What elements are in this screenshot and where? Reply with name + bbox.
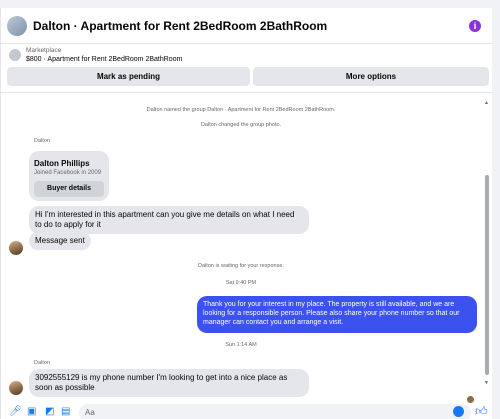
timestamp: Sun 1:14 AM [225, 342, 257, 348]
timestamp: Sat 9:40 PM [225, 280, 257, 286]
more-options-button[interactable]: More options [253, 67, 489, 86]
listing-bar[interactable]: Marketplace $800 · Apartment for Rent 2B… [1, 45, 493, 67]
avatar[interactable] [9, 381, 23, 395]
scrollbar-thumb[interactable] [485, 175, 489, 375]
message-thread: Dalton named the group Dalton · Apartmen… [1, 93, 481, 403]
thumbs-up-icon[interactable]: 👍︎ [475, 404, 488, 419]
system-message: Dalton named the group Dalton · Apartmen… [146, 107, 336, 113]
emoji-icon[interactable] [453, 406, 464, 417]
chat-title[interactable]: Dalton · Apartment for Rent 2BedRoom 2Ba… [33, 19, 327, 33]
gif-icon[interactable]: ▤ [61, 406, 70, 417]
listing-label: Marketplace [26, 47, 62, 54]
microphone-icon[interactable]: 🎤︎ [9, 406, 22, 417]
sticker-icon[interactable]: ◩ [45, 406, 54, 417]
incoming-message[interactable]: Message sent [29, 232, 91, 250]
group-avatar[interactable] [7, 16, 27, 36]
message-placeholder: Aa [85, 408, 95, 417]
info-icon[interactable]: i [469, 20, 481, 32]
incoming-message[interactable]: Hi I'm interested in this apartment can … [29, 206, 309, 234]
photo-icon[interactable]: ▣ [27, 406, 36, 417]
avatar[interactable] [9, 241, 23, 255]
system-message: Dalton is waiting for your response. [198, 263, 284, 269]
chat-header: Dalton · Apartment for Rent 2BedRoom 2Ba… [1, 8, 493, 44]
scrollbar[interactable]: ▲ ▼ [483, 100, 491, 386]
buyer-name: Dalton Phillips [34, 159, 90, 168]
buyer-card: Dalton Phillips Joined Facebook in 2009 … [29, 151, 109, 201]
sender-name: Dalton [34, 138, 50, 144]
system-message: Dalton changed the group photo. [200, 122, 282, 128]
chat-window: Dalton · Apartment for Rent 2BedRoom 2Ba… [0, 8, 493, 419]
listing-thumbnail [9, 49, 21, 61]
incoming-message[interactable]: 3092555129 is my phone number I'm lookin… [29, 369, 309, 397]
seen-avatar [467, 396, 474, 403]
message-input[interactable]: Aa [79, 404, 471, 419]
listing-description: $800 · Apartment for Rent 2BedRoom 2Bath… [26, 56, 183, 63]
scroll-down-icon[interactable]: ▼ [484, 380, 489, 386]
buyer-details-button[interactable]: Buyer details [34, 181, 104, 197]
composer: 🎤︎ ▣ ◩ ▤ Aa 👍︎ [1, 403, 493, 419]
sender-name: Dalton [34, 360, 50, 366]
scroll-up-icon[interactable]: ▲ [484, 100, 489, 106]
outgoing-message[interactable]: Thank you for your interest in my place.… [197, 296, 477, 333]
buyer-joined: Joined Facebook in 2009 [34, 170, 102, 176]
mark-as-pending-button[interactable]: Mark as pending [7, 67, 250, 86]
